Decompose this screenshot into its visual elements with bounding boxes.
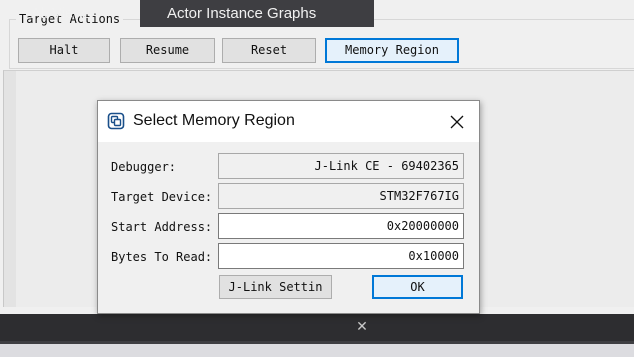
debugger-field: J-Link CE - 69402365 — [218, 153, 464, 179]
tab-all-views[interactable]: All Views — [24, 0, 134, 27]
target-device-field: STM32F767IG — [218, 183, 464, 209]
halt-button[interactable]: Halt — [18, 38, 110, 63]
main-window: Target Actions Halt Resume Reset Memory … — [0, 0, 634, 357]
close-icon[interactable] — [442, 109, 472, 135]
close-tab-icon[interactable]: ✕ — [354, 314, 370, 341]
app-icon — [107, 112, 125, 130]
dialog-title: Select Memory Region — [133, 112, 295, 129]
reset-button[interactable]: Reset — [222, 38, 316, 63]
bytes-to-read-input[interactable]: 0x10000 — [218, 243, 464, 269]
start-address-label: Start Address: — [111, 220, 213, 234]
ok-button[interactable]: OK — [372, 275, 463, 299]
dialog-titlebar: Select Memory Region — [98, 101, 479, 142]
tab-actor-instance-graphs[interactable]: Actor Instance Graphs — [140, 0, 374, 27]
bytes-to-read-label: Bytes To Read: — [111, 250, 213, 264]
jlink-settings-button[interactable]: J-Link Settin — [219, 275, 332, 299]
debugger-label: Debugger: — [111, 160, 177, 174]
target-device-label: Target Device: — [111, 190, 213, 204]
start-address-input[interactable]: 0x20000000 — [218, 213, 464, 239]
resume-button[interactable]: Resume — [120, 38, 215, 63]
bottom-tab-bar — [0, 314, 634, 341]
select-memory-region-dialog: Select Memory Region Debugger: J-Link CE… — [97, 100, 480, 314]
memory-region-button[interactable]: Memory Region — [325, 38, 459, 63]
tab-content-strip — [0, 341, 634, 357]
